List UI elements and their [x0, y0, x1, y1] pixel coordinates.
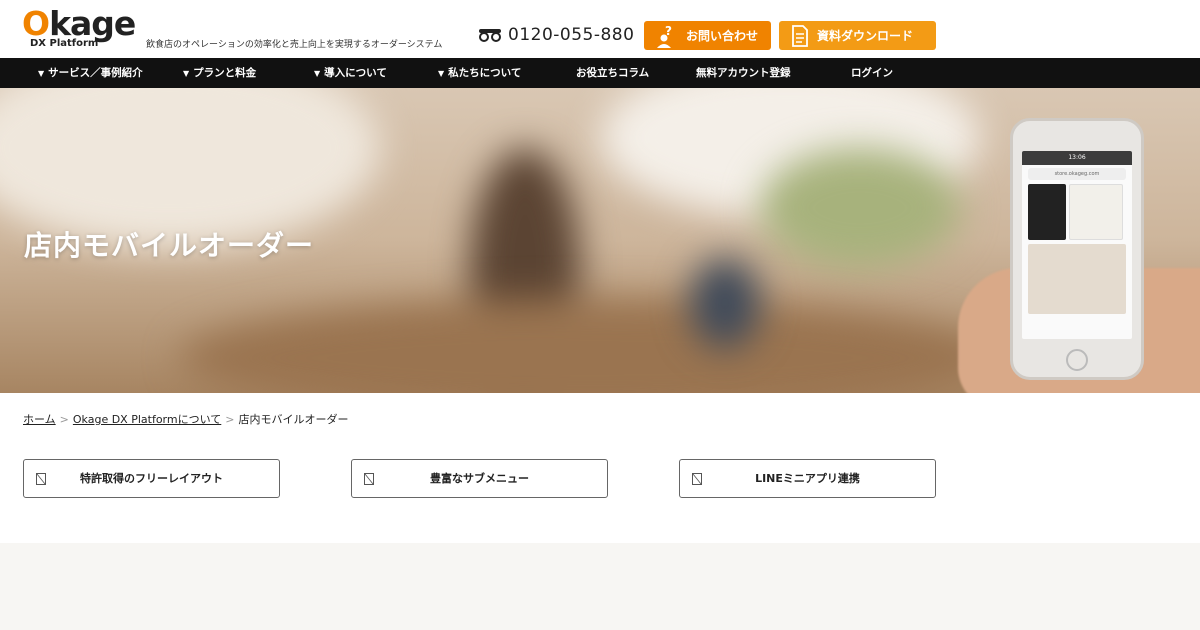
feature-link-submenu[interactable]: 豊富なサブメニュー	[351, 459, 608, 498]
caret-down-icon: ▼	[183, 69, 190, 78]
question-person-icon: ?	[657, 24, 672, 48]
site-header: Okage DX Platform 飲食店のオペレーションの効率化と売上向上を実…	[0, 0, 1200, 58]
phone-drink-image	[1028, 244, 1126, 314]
site-tagline: 飲食店のオペレーションの効率化と売上向上を実現するオーダーシステム	[146, 40, 443, 50]
nav-item-services[interactable]: ▼ サービス／事例紹介	[38, 58, 143, 88]
logo-subtitle: DX Platform	[30, 38, 99, 49]
nav-item-plans[interactable]: ▼ プランと料金	[183, 58, 256, 88]
breadcrumb: ホーム > Okage DX Platformについて > 店内モバイルオーダー	[23, 413, 349, 426]
breadcrumb-home[interactable]: ホーム	[23, 413, 56, 426]
hero-banner: 店内モバイルオーダー 13:06 store.okageg.com	[0, 88, 1200, 393]
hero-bg-table	[180, 298, 1000, 393]
caret-down-icon: ▼	[314, 69, 321, 78]
caret-down-icon: ▼	[38, 69, 45, 78]
phone-screen: 13:06 store.okageg.com	[1022, 151, 1132, 339]
caret-down-icon: ▼	[438, 69, 445, 78]
page-title: 店内モバイルオーダー	[24, 229, 315, 262]
breadcrumb-parent[interactable]: Okage DX Platformについて	[73, 413, 221, 426]
contact-button-label: お問い合わせ	[686, 29, 759, 43]
smartphone-mockup: 13:06 store.okageg.com	[1010, 118, 1144, 380]
freedial-icon	[479, 29, 501, 42]
nav-item-login[interactable]: ログイン	[851, 58, 893, 88]
nav-item-signup[interactable]: 無料アカウント登録	[696, 58, 791, 88]
hero-bg-plant	[760, 148, 960, 268]
main-nav: ▼ サービス／事例紹介 ▼ プランと料金 ▼ 導入について ▼ 私たちについて お役立ち…	[0, 58, 1200, 88]
okage-logo[interactable]: Okage DX Platform	[22, 4, 138, 52]
nav-item-introduction[interactable]: ▼ 導入について	[314, 58, 387, 88]
document-icon	[792, 24, 808, 47]
content-section-background	[0, 543, 1200, 630]
phone-contact[interactable]: 0120-055-880	[478, 24, 634, 46]
nav-item-about-us[interactable]: ▼ 私たちについて	[438, 58, 521, 88]
breadcrumb-current: 店内モバイルオーダー	[238, 413, 349, 426]
download-button-label: 資料ダウンロード	[817, 29, 914, 43]
contact-button[interactable]: ? お問い合わせ	[644, 21, 771, 50]
phone-number: 0120-055-880	[508, 25, 635, 45]
feature-label: 豊富なサブメニュー	[430, 472, 529, 485]
home-button-icon	[1066, 349, 1088, 371]
phone-menu-cards	[1028, 184, 1126, 240]
phone-url-bar: store.okageg.com	[1028, 168, 1126, 180]
hero-bg-diner	[690, 258, 760, 348]
download-button[interactable]: 資料ダウンロード	[779, 21, 936, 50]
feature-link-line-mini-app[interactable]: LINEミニアプリ連携	[679, 459, 936, 498]
feature-label: LINEミニアプリ連携	[755, 472, 860, 485]
nav-item-column[interactable]: お役立ちコラム	[576, 58, 649, 88]
feature-label: 特許取得のフリーレイアウト	[80, 472, 223, 485]
feature-link-free-layout[interactable]: 特許取得のフリーレイアウト	[23, 459, 280, 498]
phone-status-bar: 13:06	[1022, 151, 1132, 165]
